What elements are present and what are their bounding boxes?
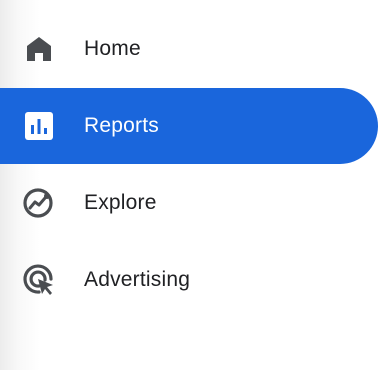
sidebar-item-label: Explore: [84, 191, 157, 214]
home-icon: [21, 31, 57, 67]
sidebar-item-reports[interactable]: Reports: [0, 88, 378, 164]
sidebar-item-label: Advertising: [84, 268, 191, 291]
reports-icon: [21, 108, 57, 144]
sidebar-item-home[interactable]: Home: [0, 11, 378, 87]
sidebar-item-label: Reports: [84, 114, 159, 137]
sidebar-item-explore[interactable]: Explore: [0, 165, 378, 241]
sidebar-item-label: Home: [84, 37, 141, 60]
sidebar-nav: Home Reports Explore Advertising: [0, 0, 380, 370]
advertising-icon: [21, 262, 57, 298]
explore-icon: [21, 185, 57, 221]
sidebar-item-advertising[interactable]: Advertising: [0, 242, 378, 318]
